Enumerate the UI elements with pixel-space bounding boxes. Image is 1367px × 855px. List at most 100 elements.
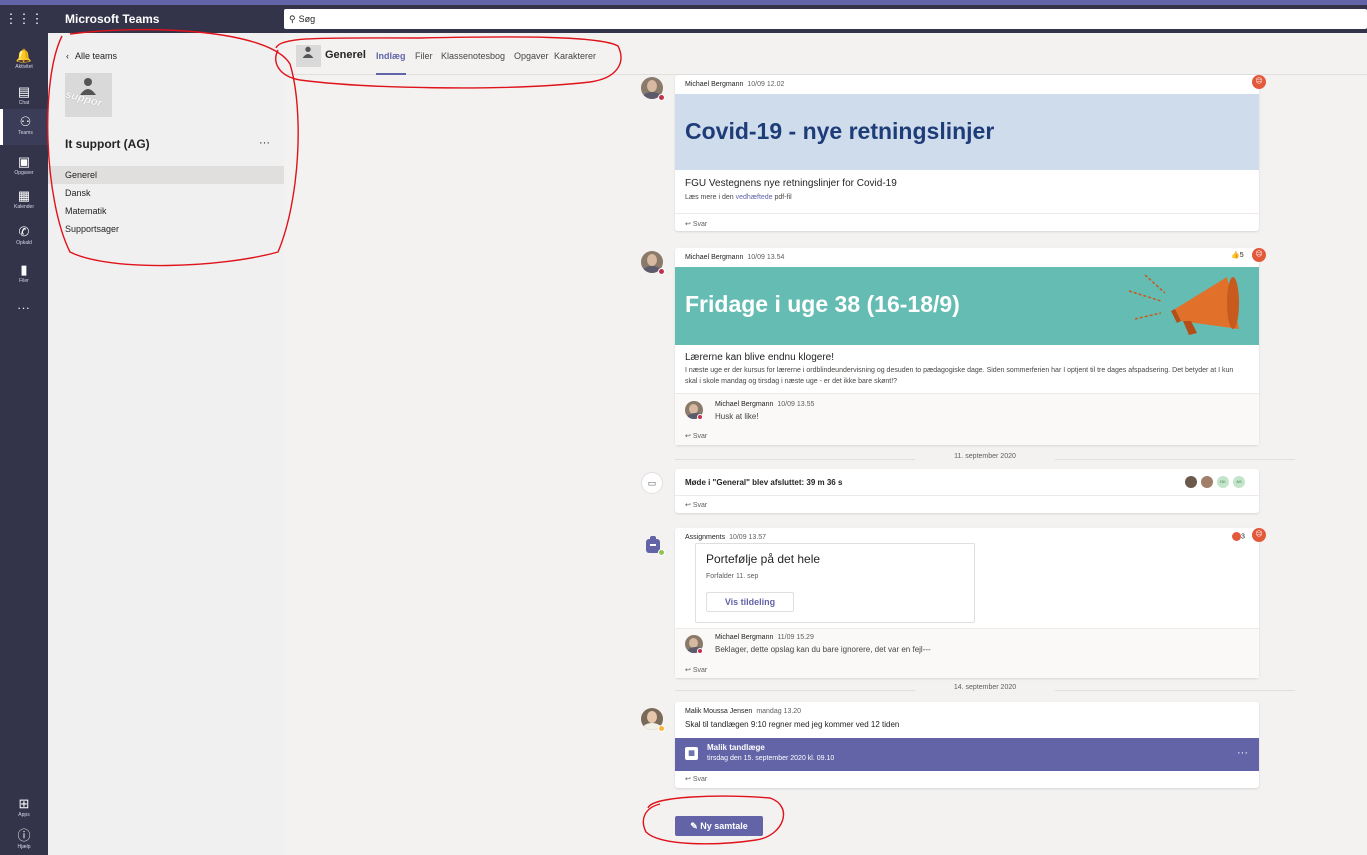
event-time: tirsdag den 15. september 2020 kl. 09.10	[707, 755, 835, 762]
app-rail: 🔔 Aktivitet ▤ Chat ⚇ Teams ▣ Opgaver ▦ Kalend…	[0, 33, 48, 855]
reply-arrow-icon: ↩	[685, 221, 693, 228]
body-text: Læs mere i den	[685, 194, 736, 201]
presence-busy-icon	[658, 94, 665, 101]
reply-link[interactable]: ↩ Svar	[685, 666, 707, 674]
assignment-card: Portefølje på det hele Forfalder 11. sep…	[695, 543, 975, 623]
announcement-subtitle: Lærerne kan blive endnu klogere!	[685, 352, 834, 363]
bell-icon: 🔔	[15, 48, 33, 63]
tab-karakterer[interactable]: Karakterer	[554, 51, 596, 61]
angry-face-icon	[1232, 532, 1241, 541]
reply-link[interactable]: ↩ Svar	[685, 220, 707, 228]
reply-link[interactable]: ↩ Svar	[685, 501, 707, 509]
message-card-assignment: Assignments 10/09 13.57 Portefølje på det…	[675, 528, 1259, 678]
channel-logo	[296, 45, 321, 67]
rail-label: Hjælp	[17, 844, 31, 850]
tab-indlaeg[interactable]: Indlæg	[376, 51, 406, 61]
participant-avatar[interactable]	[1185, 476, 1197, 488]
rail-item-calls[interactable]: ✆ Opkald	[0, 219, 48, 255]
participant-avatar[interactable]: DK	[1217, 476, 1229, 488]
divider	[675, 213, 1259, 214]
new-conversation-button[interactable]: ✎ Ny samtale	[675, 816, 763, 836]
reply-thread: Michael Bergmann 10/09 13.55 Husk at like…	[675, 393, 1259, 445]
rail-item-apps[interactable]: ⊞ Apps	[0, 791, 48, 827]
all-teams-label: Alle teams	[75, 51, 118, 61]
channel-item-dansk[interactable]: Dansk	[48, 184, 284, 202]
active-tab-indicator	[376, 73, 406, 75]
angry-reaction[interactable]: 3	[1232, 532, 1245, 541]
channel-name: Generel	[325, 49, 366, 61]
rail-item-help[interactable]: ⓘ Hjælp	[0, 823, 48, 855]
message-card-fridage: Michael Bergmann 10/09 13.54 Fridage i ug…	[675, 248, 1259, 445]
reply-link[interactable]: ↩ Svar	[685, 775, 707, 783]
tab-klassenotesbog[interactable]: Klassenotesbog	[441, 51, 505, 61]
reply-arrow-icon: ↩	[685, 667, 693, 674]
author-name: Malik Moussa Jensen	[685, 708, 753, 715]
participant-avatar[interactable]: AS	[1233, 476, 1245, 488]
search-icon: ⚲	[289, 14, 296, 24]
more-apps-icon[interactable]: ...	[0, 298, 48, 312]
meeting-ended-card: Møde i "General" blev afsluttet: 39 m 36…	[675, 469, 1259, 513]
reply-label: Svar	[692, 433, 708, 440]
like-reaction[interactable]: 👍5	[1231, 251, 1244, 259]
team-more-icon[interactable]: ···	[259, 137, 270, 149]
reply-label: Svar	[692, 667, 708, 674]
reply-meta: Michael Bergmann 10/09 13.55	[715, 401, 814, 408]
search-input[interactable]: ⚲ Søg	[284, 9, 1367, 29]
message-card-tandlaege: Malik Moussa Jensen mandag 13.20 Skal til…	[675, 702, 1259, 788]
new-conversation-label: Ny samtale	[700, 821, 748, 831]
message-meta: Michael Bergmann 10/09 12.02	[685, 81, 784, 88]
rail-label: Teams	[18, 130, 33, 136]
reply-label: Svar	[692, 502, 708, 509]
apps-icon: ⊞	[18, 796, 30, 811]
reaction-icon[interactable]: ☹	[1252, 528, 1266, 542]
calendar-icon: ▦	[17, 188, 31, 203]
phone-icon: ✆	[18, 224, 30, 239]
reply-meta: Michael Bergmann 11/09 15.29	[715, 634, 814, 641]
top-bar: ⋮⋮⋮ Microsoft Teams ⚲ Søg	[0, 0, 1367, 33]
date-separator: 11. september 2020	[675, 453, 1295, 465]
attachment-link[interactable]: vedhæftede	[736, 194, 773, 201]
rail-label: Opkald	[16, 240, 32, 246]
files-icon: ▮	[20, 262, 28, 277]
tab-filer[interactable]: Filer	[415, 51, 433, 61]
event-more-icon[interactable]: ···	[1237, 747, 1248, 759]
all-teams-link[interactable]: ‹ Alle teams	[66, 51, 117, 61]
channel-item-generel[interactable]: Generel	[48, 166, 284, 184]
author-name: Michael Bergmann	[715, 634, 774, 641]
rail-label: Aktivitet	[15, 64, 33, 70]
message-meta: Malik Moussa Jensen mandag 13.20	[685, 708, 801, 715]
announcement-subtitle: FGU Vestegnens nye retningslinjer for Co…	[685, 178, 897, 189]
announcement-banner: Covid-19 - nye retningslinjer	[675, 94, 1259, 170]
rail-item-calendar[interactable]: ▦ Kalender	[0, 183, 48, 219]
tab-opgaver[interactable]: Opgaver	[514, 51, 549, 61]
rail-item-teams[interactable]: ⚇ Teams	[0, 109, 48, 145]
channel-item-supportsager[interactable]: Supportsager	[48, 220, 284, 238]
channel-item-matematik[interactable]: Matematik	[48, 202, 284, 220]
assignments-icon: ▣	[17, 154, 31, 169]
reaction-icon[interactable]: ☹	[1252, 75, 1266, 89]
message-time: 10/09 13.55	[777, 401, 815, 408]
show-assignment-button[interactable]: Vis tildeling	[706, 592, 794, 612]
team-panel: ‹ Alle teams suppor It support (AG) ··· G…	[48, 33, 284, 855]
rail-item-assignments[interactable]: ▣ Opgaver	[0, 149, 48, 185]
calendar-icon: ▦	[685, 747, 698, 760]
waffle-icon[interactable]: ⋮⋮⋮	[0, 5, 48, 33]
rail-item-files[interactable]: ▮ Filer	[0, 257, 48, 293]
reaction-count: 3	[1241, 533, 1245, 541]
author-name: Michael Bergmann	[685, 254, 744, 261]
chat-icon: ▤	[17, 84, 31, 99]
message-time: 10/09 13.57	[729, 534, 767, 541]
reaction-icon[interactable]: ☹	[1252, 248, 1266, 262]
reply-link[interactable]: ↩ Svar	[685, 432, 707, 440]
message-meta: Michael Bergmann 10/09 13.54	[685, 254, 784, 261]
calendar-event[interactable]: ▦ Malik tandlæge tirsdag den 15. septemb…	[675, 738, 1259, 771]
event-title: Malik tandlæge	[707, 743, 765, 752]
reply-thread: Michael Bergmann 11/09 15.29 Beklager, de…	[675, 628, 1259, 678]
author-name: Assignments	[685, 534, 726, 541]
person-icon	[302, 46, 314, 58]
participant-avatar[interactable]	[1201, 476, 1213, 488]
rail-item-activity[interactable]: 🔔 Aktivitet	[0, 43, 48, 79]
presence-available-icon	[658, 549, 665, 556]
banner-title: Covid-19 - nye retningslinjer	[685, 118, 995, 144]
reply-label: Svar	[692, 221, 708, 228]
